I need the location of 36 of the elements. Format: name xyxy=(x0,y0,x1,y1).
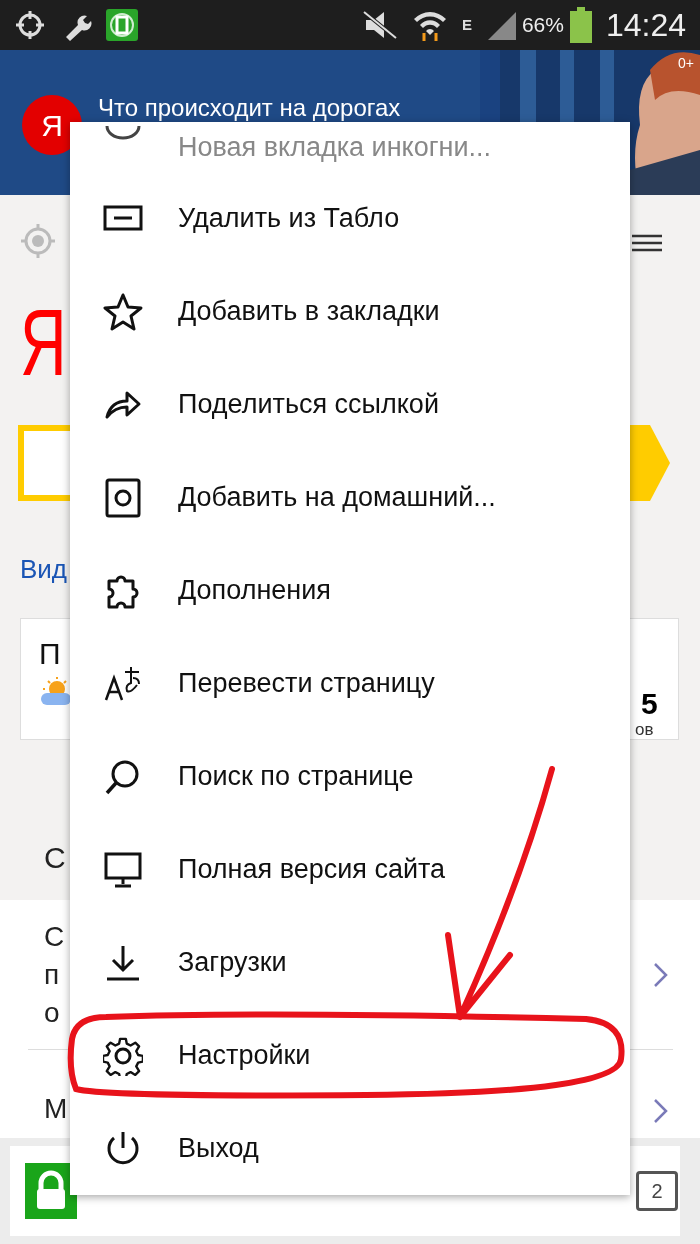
menu-item[interactable]: Выход xyxy=(70,1102,630,1195)
menu-item[interactable]: Полная версия сайта xyxy=(70,823,630,916)
menu-item[interactable]: Поделиться ссылкой xyxy=(70,358,630,451)
tab-count[interactable]: 2 xyxy=(636,1171,678,1211)
phone-icon xyxy=(103,477,143,518)
menu-item[interactable]: Загрузки xyxy=(70,916,630,1009)
banner-headline: Что происходит на дорогах xyxy=(98,93,401,123)
section-title: С xyxy=(44,840,66,876)
menu-item[interactable]: Дополнения xyxy=(70,544,630,637)
weather-icon xyxy=(39,677,73,707)
clock: 14:24 xyxy=(605,6,686,45)
link[interactable]: Вид xyxy=(20,550,68,589)
chevron-icon[interactable] xyxy=(653,962,669,988)
menu-item[interactable]: Настройки xyxy=(70,1009,630,1102)
yandex-logo: Я xyxy=(20,295,67,390)
crosshair-icon xyxy=(14,9,46,41)
age-rating: 0+ xyxy=(678,54,694,73)
news-item-text[interactable]: С п о xyxy=(44,918,65,1032)
temperature: 5 xyxy=(641,686,658,722)
news-item-text[interactable]: М xyxy=(44,1090,68,1128)
weather-note: ов xyxy=(635,719,654,741)
weather-title: П xyxy=(39,636,61,672)
menu-item[interactable]: Перевести страницу xyxy=(70,637,630,730)
star-icon xyxy=(103,291,143,332)
chevron-icon[interactable] xyxy=(653,1098,669,1124)
menu-icon[interactable] xyxy=(630,233,664,253)
mute-icon xyxy=(361,10,398,40)
battery-level: 66% xyxy=(521,12,564,39)
network-type: E xyxy=(461,14,472,35)
menu-item[interactable]: Добавить на домашний... xyxy=(70,451,630,544)
settings-icon xyxy=(103,1035,143,1076)
menu-item[interactable]: Поиск по странице xyxy=(70,730,630,823)
app-icon xyxy=(106,9,138,41)
battery-icon xyxy=(569,7,592,43)
menu-item[interactable]: Удалить из Табло xyxy=(70,172,630,265)
menu-item[interactable]: Добавить в закладки xyxy=(70,265,630,358)
